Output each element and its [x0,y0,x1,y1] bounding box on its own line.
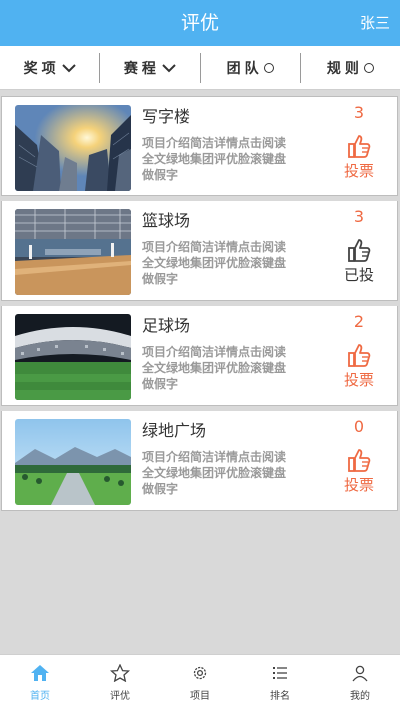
filter-schedule-label: 赛程 [123,60,160,77]
vote-label: 投票 [343,476,374,494]
thumbs-up-icon [348,449,371,472]
filter-award-label: 奖项 [23,60,60,77]
filter-rules-label: 规则 [326,60,363,77]
gear-icon [193,666,207,679]
filter-bar: 奖项 赛程 团队 规则 [0,46,400,90]
user-name[interactable]: 张三 [360,0,390,46]
tab-label: 项目 [190,690,210,702]
chevron-down-icon [61,63,76,72]
home-icon [31,664,49,681]
thumbs-up-icon [348,135,371,158]
voted-button[interactable]: 已投 [337,237,381,285]
page-title: 评优 [180,12,219,34]
item-description[interactable]: 项目介绍简洁详情点击阅读全文绿地集团评优脸滚键盘做假字 [142,449,296,497]
filter-schedule[interactable]: 赛程 [100,53,199,83]
project-list: 写字楼 项目介绍简洁详情点击阅读全文绿地集团评优脸滚键盘做假字 3 投票 篮球场… [0,96,400,516]
item-description[interactable]: 项目介绍简洁详情点击阅读全文绿地集团评优脸滚键盘做假字 [142,239,296,287]
item-name: 写字楼 [142,107,191,126]
circle-icon [263,62,274,73]
list-item[interactable]: 写字楼 项目介绍简洁详情点击阅读全文绿地集团评优脸滚键盘做假字 3 投票 [1,96,398,196]
tab-label: 我的 [350,690,370,702]
tab-label: 评优 [110,690,130,702]
vote-label: 投票 [343,371,374,389]
list-item[interactable]: 足球场 项目介绍简洁详情点击阅读全文绿地集团评优脸滚键盘做假字 2 投票 [1,306,398,406]
item-description[interactable]: 项目介绍简洁详情点击阅读全文绿地集团评优脸滚键盘做假字 [142,344,296,392]
vote-label: 已投 [343,266,374,284]
item-description[interactable]: 项目介绍简洁详情点击阅读全文绿地集团评优脸滚键盘做假字 [142,135,296,183]
star-icon [110,663,130,682]
vote-count: 0 [353,417,365,436]
tab-projects[interactable]: 项目 [160,655,240,710]
thumbs-up-icon [348,344,371,367]
tab-label: 排名 [270,690,290,702]
vote-count: 2 [353,312,365,331]
item-name: 绿地广场 [142,421,207,440]
green-plaza-image [15,419,131,505]
vote-count: 3 [353,103,365,122]
list-item[interactable]: 绿地广场 项目介绍简洁详情点击阅读全文绿地集团评优脸滚键盘做假字 0 投票 [1,411,398,511]
vote-label: 投票 [343,162,374,180]
filter-team-label: 团队 [226,60,263,77]
tab-mine[interactable]: 我的 [320,655,400,710]
list-item[interactable]: 篮球场 项目介绍简洁详情点击阅读全文绿地集团评优脸滚键盘做假字 3 已投 [1,201,398,301]
office-building-image [15,105,131,191]
item-name: 篮球场 [142,211,191,230]
vote-count: 3 [353,207,365,226]
filter-award[interactable]: 奖项 [0,53,99,83]
soccer-stadium-image [15,314,131,400]
tab-label: 首页 [30,690,50,702]
chevron-down-icon [162,63,176,72]
vote-button[interactable]: 投票 [337,447,381,495]
item-name: 足球场 [142,316,191,335]
bottom-tab-bar: 首页 评优 项目 排名 我的 [0,654,400,710]
thumbs-up-icon [348,239,371,262]
tab-home[interactable]: 首页 [0,655,80,710]
app-header: 评优 张三 [0,0,400,46]
vote-button[interactable]: 投票 [337,133,381,181]
filter-team[interactable]: 团队 [201,53,300,83]
circle-icon [363,62,374,73]
filter-rules[interactable]: 规则 [301,53,400,83]
list-icon [273,666,287,679]
tab-review[interactable]: 评优 [80,655,160,710]
tab-ranking[interactable]: 排名 [240,655,320,710]
person-icon [352,665,368,681]
basketball-court-image [15,209,131,295]
vote-button[interactable]: 投票 [337,342,381,390]
